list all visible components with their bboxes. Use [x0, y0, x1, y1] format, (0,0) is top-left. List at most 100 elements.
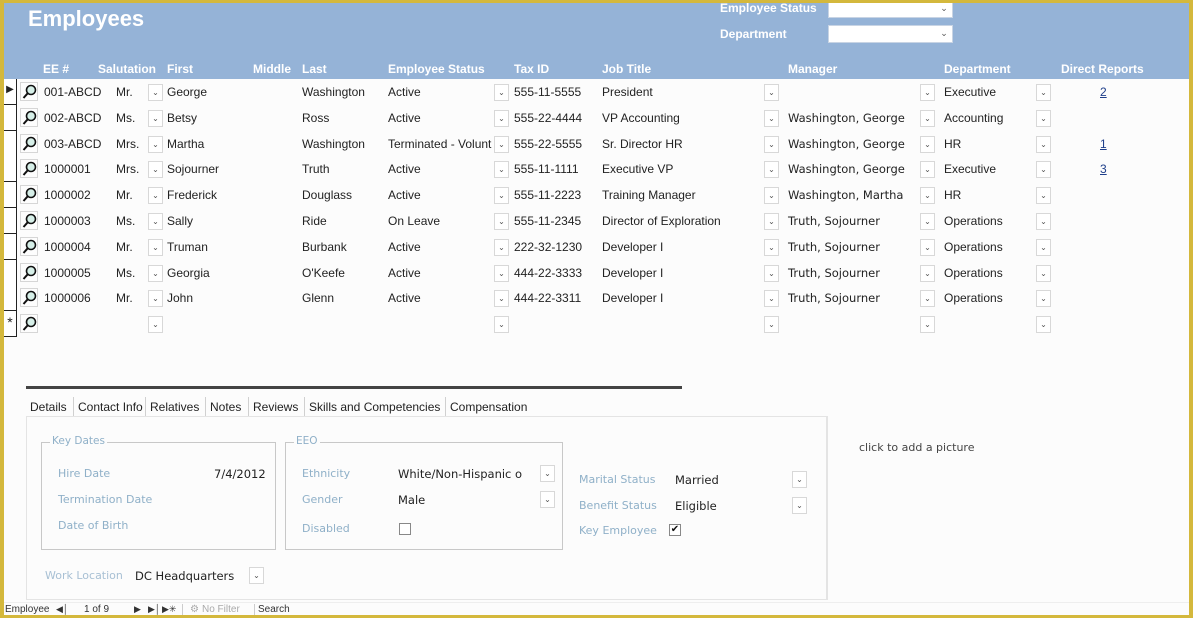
chevron-down-icon[interactable]: ⌄	[494, 161, 509, 179]
chevron-down-icon[interactable]: ⌄	[764, 84, 779, 101]
chevron-down-icon[interactable]: ⌄	[1036, 84, 1051, 101]
first-name-cell[interactable]: John	[167, 291, 193, 305]
chevron-down-icon[interactable]: ⌄	[1036, 264, 1051, 282]
chevron-down-icon[interactable]: ⌄	[148, 238, 163, 256]
manager-cell[interactable]: Washington, George	[788, 111, 905, 125]
record-selector[interactable]	[4, 259, 17, 286]
first-name-cell[interactable]: Sojourner	[167, 162, 219, 176]
chevron-down-icon[interactable]: ⌄	[148, 187, 163, 205]
ee-number-cell[interactable]: 001-ABCD	[44, 85, 101, 99]
tax-id-cell[interactable]: 444-22-3333	[514, 266, 582, 280]
chevron-down-icon[interactable]: ⌄	[764, 290, 779, 308]
table-row[interactable]: 002-ABCD Ms. ⌄ Betsy Ross Active ⌄ 555-22-4444 V…	[4, 104, 1189, 131]
salutation-cell[interactable]: Mrs.	[116, 162, 139, 176]
manager-cell[interactable]: Truth, Sojourner	[788, 214, 880, 228]
salutation-cell[interactable]: Mrs.	[116, 137, 139, 151]
col-header-first[interactable]: First	[167, 62, 193, 76]
chevron-down-icon[interactable]: ⌄	[920, 290, 935, 308]
job-title-cell[interactable]: Developer I	[602, 266, 663, 280]
chevron-down-icon[interactable]: ⌄	[148, 109, 163, 127]
tab-reviews[interactable]: Reviews	[248, 397, 303, 417]
splitter-bar[interactable]	[26, 386, 682, 389]
new-record-asterisk-icon[interactable]: *	[4, 311, 17, 338]
salutation-cell[interactable]: Mr.	[116, 291, 133, 305]
department-cell[interactable]: Executive	[944, 162, 996, 176]
employee-status-cell[interactable]: Active	[388, 85, 494, 99]
employee-status-filter[interactable]: ⌄	[828, 3, 953, 18]
department-cell[interactable]: Operations	[944, 291, 1003, 305]
col-header-last[interactable]: Last	[302, 62, 327, 76]
ethnicity-field[interactable]: White/Non-Hispanic o	[398, 467, 522, 481]
ee-number-cell[interactable]: 003-ABCD	[44, 137, 101, 151]
salutation-cell[interactable]: Ms.	[116, 111, 135, 125]
chevron-down-icon[interactable]: ⌄	[938, 3, 950, 15]
chevron-down-icon[interactable]: ⌄	[920, 135, 935, 153]
search-box[interactable]: Search	[258, 604, 290, 615]
marital-status-field[interactable]: Married	[675, 473, 719, 487]
disabled-checkbox[interactable]	[399, 523, 411, 535]
add-picture-prompt[interactable]: click to add a picture	[859, 441, 974, 454]
chevron-down-icon[interactable]: ⌄	[494, 109, 509, 127]
chevron-down-icon[interactable]: ⌄	[494, 290, 509, 308]
col-header-employee-status[interactable]: Employee Status	[388, 62, 485, 76]
tab-notes[interactable]: Notes	[205, 397, 246, 417]
magnifier-icon[interactable]	[20, 185, 38, 205]
chevron-down-icon[interactable]: ⌄	[1036, 109, 1051, 127]
record-selector[interactable]	[4, 130, 17, 157]
job-title-cell[interactable]: Executive VP	[602, 162, 673, 176]
chevron-down-icon[interactable]: ⌄	[920, 238, 935, 256]
last-record-icon[interactable]: ▶│	[148, 604, 161, 615]
last-name-cell[interactable]: Washington	[302, 85, 365, 99]
chevron-down-icon[interactable]: ⌄	[764, 264, 779, 282]
chevron-down-icon[interactable]: ⌄	[494, 316, 509, 334]
col-header-tax-id[interactable]: Tax ID	[514, 62, 549, 76]
tab-details[interactable]: Details	[26, 397, 71, 417]
employee-status-cell[interactable]: Active	[388, 162, 494, 176]
direct-reports-cell[interactable]: 3	[1100, 162, 1107, 176]
chevron-down-icon[interactable]: ⌄	[764, 109, 779, 127]
next-record-icon[interactable]: ▶	[134, 604, 141, 615]
gender-field[interactable]: Male	[398, 493, 425, 507]
job-title-cell[interactable]: Sr. Director HR	[602, 137, 683, 151]
chevron-down-icon[interactable]: ⌄	[540, 491, 555, 508]
manager-cell[interactable]: Washington, George	[788, 162, 905, 176]
hire-date-field[interactable]: 7/4/2012	[214, 467, 266, 481]
ee-number-cell[interactable]: 1000006	[44, 291, 91, 305]
chevron-down-icon[interactable]: ⌄	[1036, 161, 1051, 179]
manager-cell[interactable]: Truth, Sojourner	[788, 291, 880, 305]
job-title-cell[interactable]: Developer I	[602, 240, 663, 254]
record-selector[interactable]	[4, 104, 17, 131]
salutation-cell[interactable]: Ms.	[116, 214, 135, 228]
chevron-down-icon[interactable]: ⌄	[920, 161, 935, 179]
tax-id-cell[interactable]: 555-11-2223	[514, 188, 581, 202]
record-selector[interactable]	[4, 233, 17, 260]
chevron-down-icon[interactable]: ⌄	[792, 497, 807, 514]
chevron-down-icon[interactable]: ⌄	[148, 290, 163, 308]
chevron-down-icon[interactable]: ⌄	[148, 213, 163, 230]
manager-cell[interactable]: Truth, Sojourner	[788, 266, 880, 280]
tab-contact-info[interactable]: Contact Info	[73, 397, 147, 417]
chevron-down-icon[interactable]: ⌄	[494, 135, 509, 153]
chevron-down-icon[interactable]: ⌄	[1036, 187, 1051, 205]
chevron-down-icon[interactable]: ⌄	[764, 213, 779, 230]
ee-number-cell[interactable]: 1000001	[44, 162, 91, 176]
chevron-down-icon[interactable]: ⌄	[494, 187, 509, 205]
manager-cell[interactable]: Washington, Martha	[788, 188, 903, 202]
chevron-down-icon[interactable]: ⌄	[938, 27, 950, 40]
department-cell[interactable]: HR	[944, 137, 961, 151]
job-title-cell[interactable]: VP Accounting	[602, 111, 680, 125]
job-title-cell[interactable]: President	[602, 85, 653, 99]
department-cell[interactable]: HR	[944, 188, 961, 202]
job-title-cell[interactable]: Developer I	[602, 291, 663, 305]
tax-id-cell[interactable]: 555-22-5555	[514, 137, 582, 151]
direct-reports-cell[interactable]: 2	[1100, 85, 1107, 99]
chevron-down-icon[interactable]: ⌄	[148, 264, 163, 282]
key-employee-checkbox[interactable]: ✔	[669, 524, 681, 536]
tax-id-cell[interactable]: 444-22-3311	[514, 291, 581, 305]
ee-number-cell[interactable]: 002-ABCD	[44, 111, 101, 125]
magnifier-icon[interactable]	[20, 82, 38, 101]
chevron-down-icon[interactable]: ⌄	[494, 264, 509, 282]
current-record-selector-icon[interactable]: ▶	[4, 79, 17, 105]
last-name-cell[interactable]: Glenn	[302, 291, 334, 305]
chevron-down-icon[interactable]: ⌄	[540, 465, 555, 482]
